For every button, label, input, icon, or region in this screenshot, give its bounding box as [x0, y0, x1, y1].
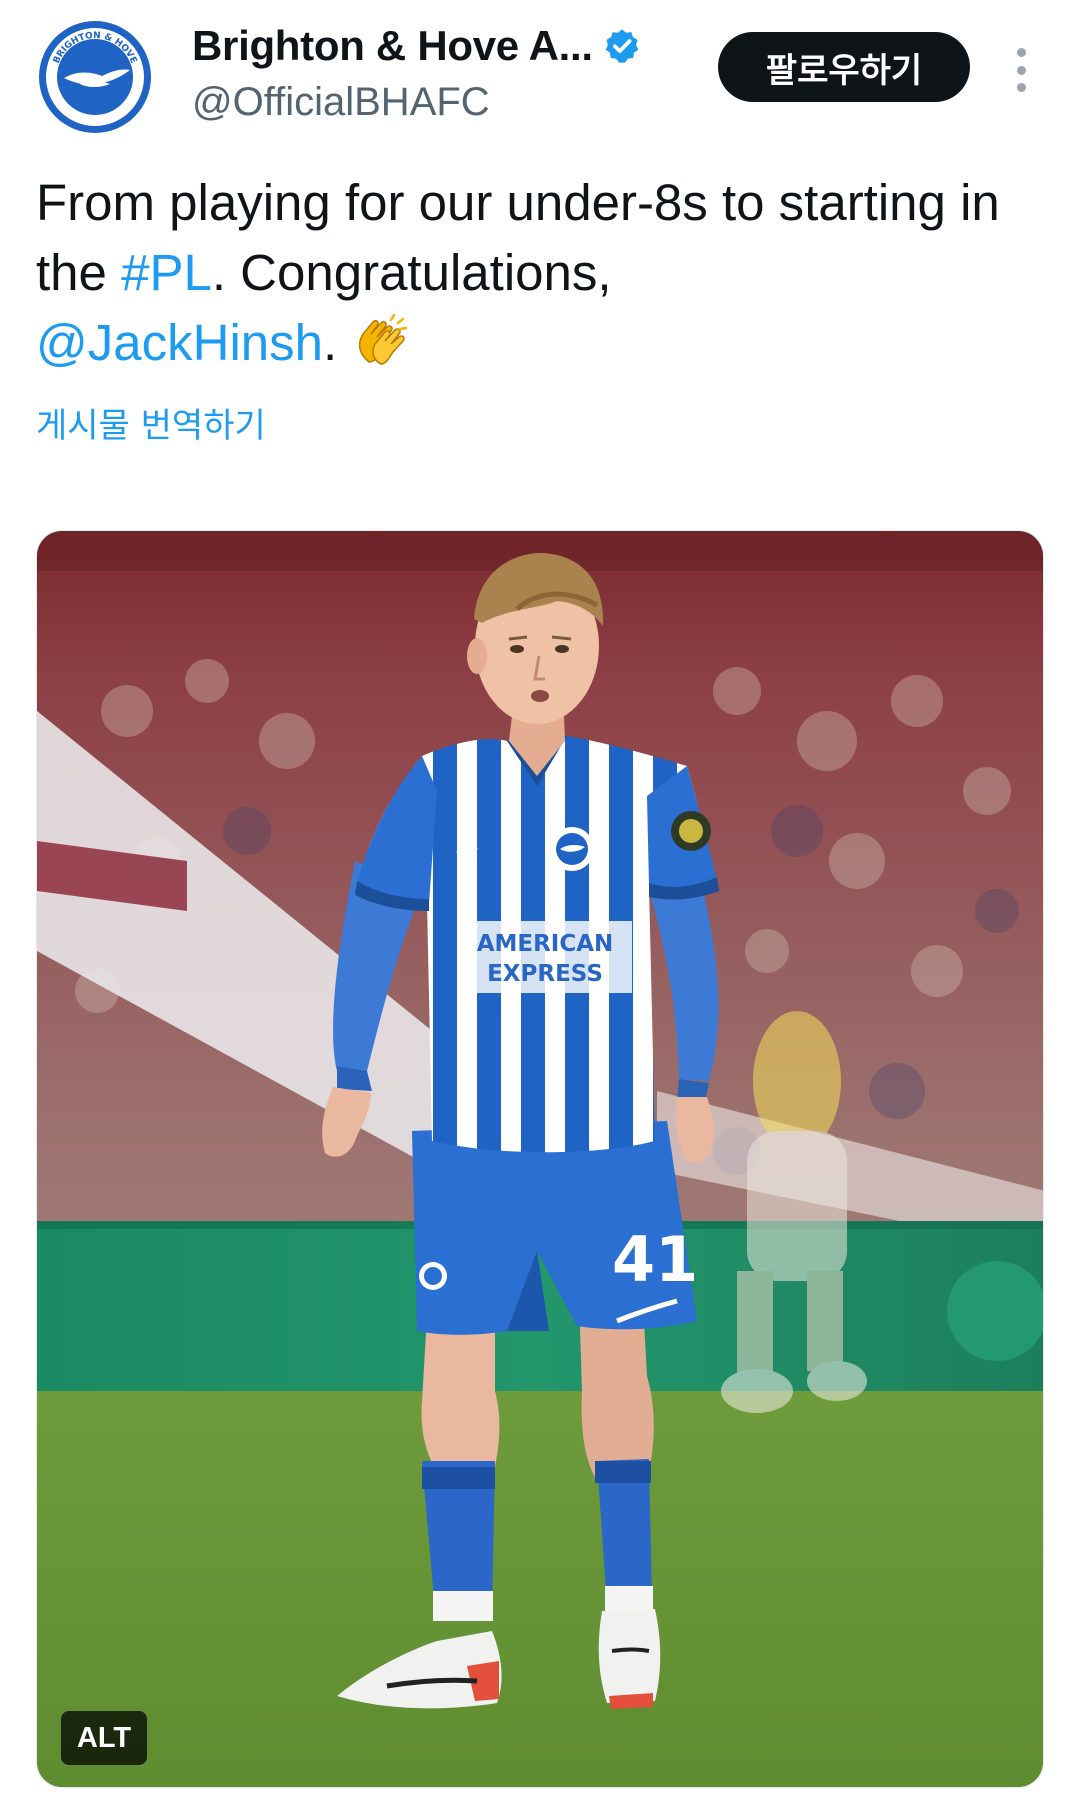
tweet-header: BRIGHTON & HOVE ALBION Brighton & Hove A…	[0, 0, 1079, 140]
more-vertical-icon[interactable]	[1008, 40, 1034, 100]
club-avatar[interactable]: BRIGHTON & HOVE ALBION	[36, 18, 154, 136]
tweet-text: From playing for our under-8s to startin…	[36, 168, 1036, 378]
tweet-media-photo[interactable]: 41 AMERICAN EXPRESS ALT	[36, 530, 1044, 1788]
display-name[interactable]: Brighton & Hove A...	[192, 22, 593, 70]
verified-badge-icon	[603, 27, 641, 65]
dot	[1016, 65, 1026, 75]
follow-button[interactable]: 팔로우하기	[718, 32, 970, 102]
name-row: Brighton & Hove A...	[192, 22, 641, 70]
alt-text-badge[interactable]: ALT	[61, 1711, 147, 1765]
dot	[1016, 48, 1026, 57]
hashtag-link[interactable]: #PL	[121, 244, 212, 301]
account-handle[interactable]: @OfficialBHAFC	[192, 80, 490, 125]
sponsor-line-2: EXPRESS	[487, 961, 603, 987]
tweet-text-part: . Congratulations,	[211, 244, 612, 301]
tweet-text-part: .	[323, 314, 338, 371]
mention-link[interactable]: @JackHinsh	[36, 314, 323, 371]
dot	[1016, 83, 1026, 92]
shirt-number: 41	[612, 1223, 698, 1296]
clapping-hands-icon	[351, 314, 411, 370]
sponsor-line-1: AMERICAN	[477, 931, 614, 957]
player-photo: 41 AMERICAN EXPRESS	[37, 531, 1043, 1787]
translate-post-link[interactable]: 게시물 번역하기	[36, 398, 266, 447]
